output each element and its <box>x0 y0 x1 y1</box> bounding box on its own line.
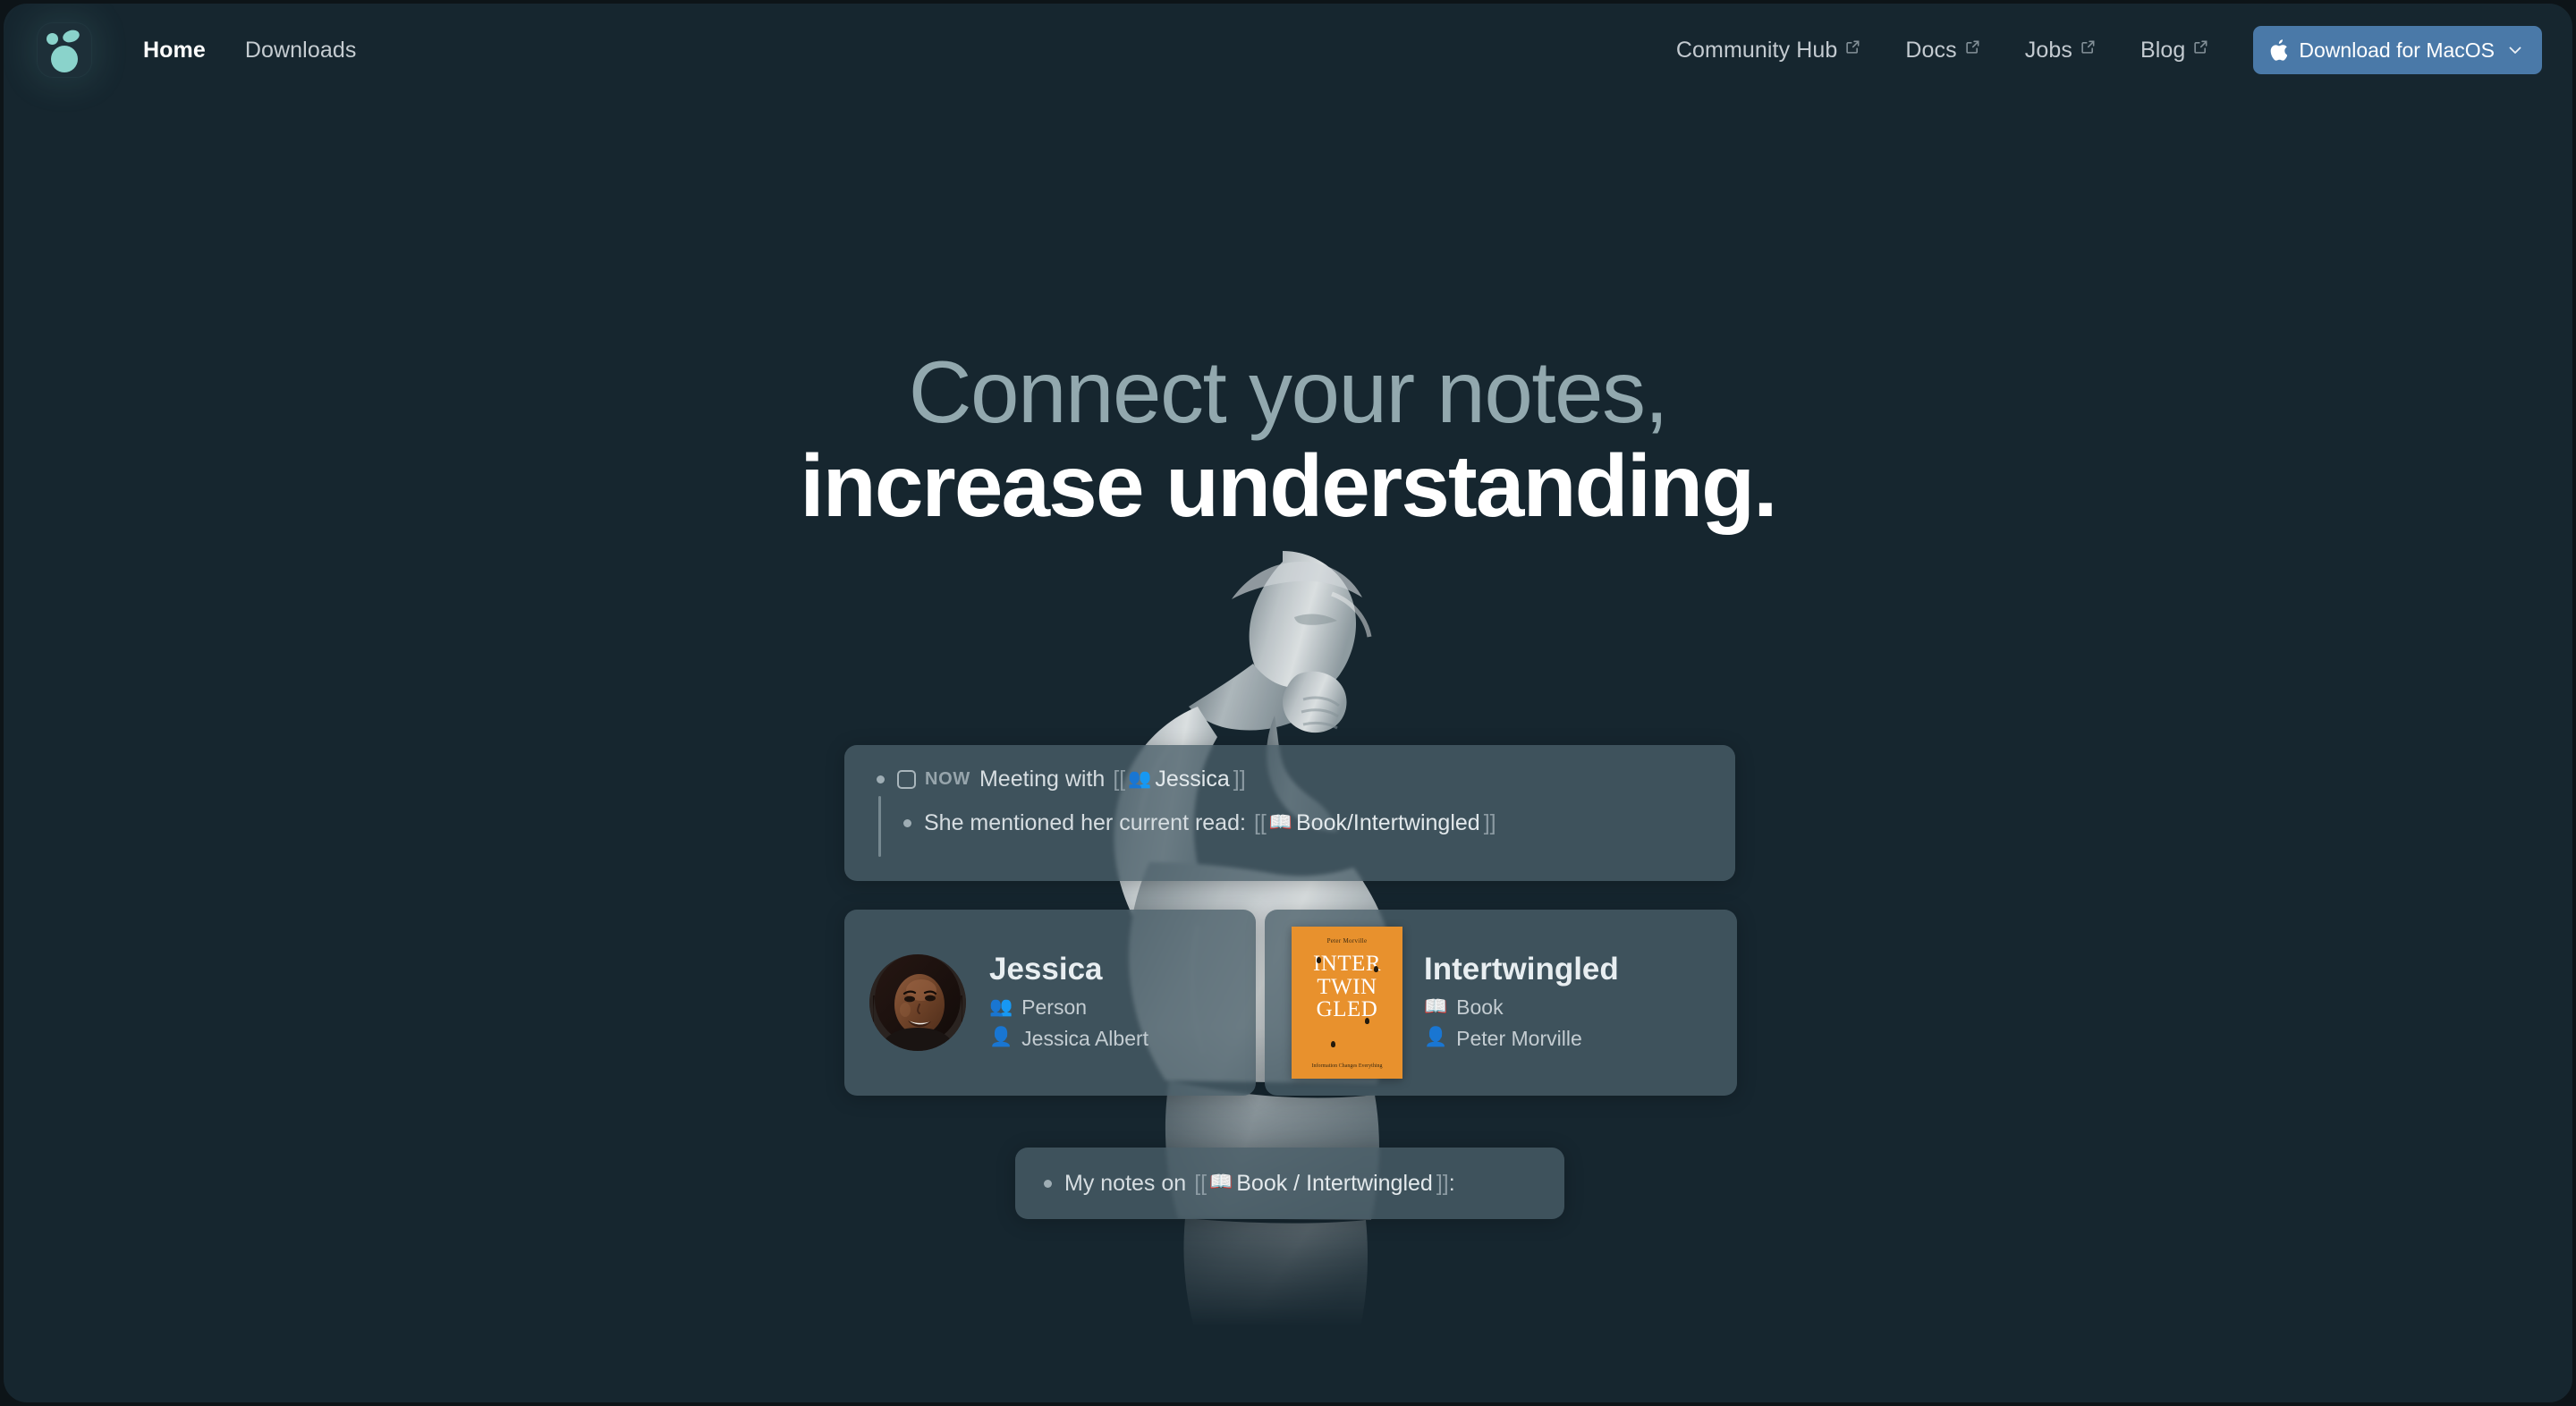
wikilink-book-intertwingled[interactable]: Book / Intertwingled <box>1236 1171 1433 1197</box>
nav-left-group: Home Downloads <box>4 16 356 84</box>
book-author-row: 👤 Peter Morville <box>1424 1023 1619 1054</box>
my-notes-text: My notes on <box>1064 1170 1187 1196</box>
bullet-icon <box>903 819 911 827</box>
wikilink-close-bracket: ]] <box>1233 767 1246 792</box>
person-emoji-icon: 👤 <box>989 1027 1013 1048</box>
journal-block-row-1[interactable]: NOW Meeting with [[ 👥 Jessica ]] <box>844 767 1735 792</box>
wikilink-book-intertwingled[interactable]: Book/Intertwingled <box>1296 810 1480 836</box>
external-link-icon <box>2193 39 2208 55</box>
nav-link-docs[interactable]: Docs <box>1905 38 1979 64</box>
person-entity-card[interactable]: Jessica 👥 Person 👤 Jessica Albert <box>844 910 1256 1096</box>
download-for-macos-button[interactable]: Download for MacOS <box>2253 26 2542 74</box>
nav-link-downloads-label: Downloads <box>244 37 357 63</box>
book-emoji-icon: 📖 <box>1424 995 1448 1017</box>
bullet-icon <box>877 775 885 783</box>
chevron-down-icon <box>2506 41 2524 59</box>
wikilink-open-bracket: [[ <box>1113 767 1126 792</box>
my-notes-colon: : <box>1448 1170 1455 1196</box>
nav-link-blog-label: Blog <box>2140 37 2186 63</box>
people-emoji-icon: 👥 <box>989 995 1013 1017</box>
download-button-label: Download for MacOS <box>2299 38 2495 62</box>
book-title: Intertwingled <box>1424 951 1619 987</box>
nav-link-blog[interactable]: Blog <box>2140 38 2208 64</box>
wikilink-open-bracket: [[ <box>1194 1170 1208 1196</box>
nav-link-community-hub-label: Community Hub <box>1675 37 1838 63</box>
nav-link-jobs-label: Jobs <box>2024 37 2072 63</box>
journal-block-row-2[interactable]: She mentioned her current read: [[ 📖 Boo… <box>844 796 1735 857</box>
person-title: Jessica <box>989 951 1103 987</box>
ant-decoration-icon <box>1365 1018 1369 1024</box>
logo-icon <box>37 22 92 78</box>
book-entity-card[interactable]: Peter Morville INTER TWIN GLED Informati… <box>1265 910 1737 1096</box>
indent-guide-line <box>878 796 881 857</box>
person-fullname-label: Jessica Albert <box>1021 1026 1149 1050</box>
book-cover-subtitle: Information Changes Everything <box>1311 1063 1383 1069</box>
book-cover-title-line-1: INTER <box>1312 952 1382 976</box>
wikilink-open-bracket: [[ <box>1253 810 1267 835</box>
book-cover-image: Peter Morville INTER TWIN GLED Informati… <box>1292 927 1402 1079</box>
ant-decoration-icon <box>1317 957 1321 963</box>
top-navigation-bar: Home Downloads Community Hub Docs Jobs B… <box>4 4 2572 97</box>
now-marker: NOW <box>925 769 970 789</box>
nav-link-home-label: Home <box>143 37 206 63</box>
logo-circle-small <box>47 33 58 45</box>
task-checkbox[interactable] <box>897 770 916 789</box>
page-root: Home Downloads Community Hub Docs Jobs B… <box>4 4 2572 1402</box>
nav-link-docs-label: Docs <box>1905 37 1957 63</box>
logseq-logo[interactable] <box>30 16 98 84</box>
ant-decoration-icon <box>1331 1041 1335 1047</box>
person-type-row: 👥 Person <box>989 992 1148 1023</box>
person-entity-info: Jessica 👥 Person 👤 Jessica Albert <box>989 952 1148 1054</box>
my-notes-card[interactable]: My notes on [[ 📖 Book / Intertwingled ]]… <box>1015 1148 1564 1219</box>
journal-note-card[interactable]: NOW Meeting with [[ 👥 Jessica ]] She men… <box>844 745 1735 881</box>
book-type-row: 📖 Book <box>1424 992 1619 1023</box>
wikilink-close-bracket: ]] <box>1483 810 1496 835</box>
nav-right-group: Community Hub Docs Jobs Blog Download fo… <box>1676 26 2572 74</box>
book-emoji-icon: 📖 <box>1268 811 1292 833</box>
bullet-icon <box>1044 1179 1052 1188</box>
logo-ellipse <box>61 28 81 45</box>
book-entity-info: Intertwingled 📖 Book 👤 Peter Morville <box>1424 952 1619 1054</box>
book-emoji-icon: 📖 <box>1209 1172 1233 1192</box>
demo-cards-group: NOW Meeting with [[ 👥 Jessica ]] She men… <box>4 4 2572 1402</box>
logo-circle-large <box>51 46 78 72</box>
book-cover-author: Peter Morville <box>1326 937 1368 944</box>
journal-row-2-text: She mentioned her current read: <box>924 810 1246 835</box>
book-author-label: Peter Morville <box>1456 1026 1582 1050</box>
book-cover-title: INTER TWIN GLED <box>1313 953 1381 1021</box>
journal-row-1-text: Meeting with <box>979 767 1106 792</box>
external-link-icon <box>1845 39 1860 55</box>
external-link-icon <box>1965 39 1980 55</box>
book-type-label: Book <box>1456 995 1504 1020</box>
people-emoji-icon: 👥 <box>1128 767 1152 789</box>
book-cover-title-line-2: TWIN <box>1317 974 1377 999</box>
apple-icon <box>2269 39 2288 61</box>
wikilink-close-bracket: ]] <box>1436 1170 1449 1196</box>
nav-link-jobs[interactable]: Jobs <box>2025 38 2096 64</box>
my-notes-row[interactable]: My notes on [[ 📖 Book / Intertwingled ]]… <box>1044 1171 1455 1197</box>
nav-link-home[interactable]: Home <box>143 38 206 64</box>
person-fullname-row: 👤 Jessica Albert <box>989 1023 1148 1054</box>
nav-link-community-hub[interactable]: Community Hub <box>1676 38 1861 64</box>
person-type-label: Person <box>1021 995 1088 1020</box>
person-emoji-icon: 👤 <box>1424 1027 1448 1048</box>
wikilink-jessica[interactable]: Jessica <box>1155 767 1229 792</box>
nav-link-downloads[interactable]: Downloads <box>245 38 357 64</box>
ant-decoration-icon <box>1374 966 1378 972</box>
avatar <box>869 954 966 1051</box>
hero-section: Connect your notes, increase understandi… <box>4 4 2572 1402</box>
external-link-icon <box>2080 39 2096 55</box>
